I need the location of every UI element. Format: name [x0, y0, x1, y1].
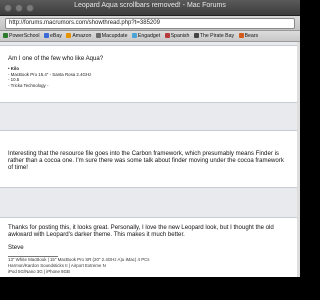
- bookmark-favicon-icon: [44, 32, 50, 38]
- bookmark-label: Macupdate: [101, 33, 128, 39]
- address-toolbar: http://forums.macrumors.com/showthread.p…: [0, 16, 300, 31]
- browser-window: Leopard Aqua scrollbars removed! - Mac F…: [0, 0, 300, 277]
- vertical-scrollbar[interactable]: [297, 42, 300, 277]
- forum-post: Am I one of the few who like Aqua? • Kil…: [0, 45, 300, 103]
- bookmark-favicon-icon: [66, 32, 72, 38]
- bookmark-label: Spanish: [170, 33, 190, 39]
- bookmark-ebay[interactable]: eBay: [44, 31, 62, 41]
- bookmark-label: The Pirate Bay: [199, 33, 235, 39]
- post-body-line: rather than a cocoa one. I'm sure there …: [8, 157, 284, 164]
- bookmark-favicon-icon: [164, 32, 170, 38]
- signature-line: 13" White MacBook | 15" MacBook Pro SR (…: [8, 257, 150, 262]
- post-body-line: awkward with Leopard's darker theme. Thi…: [8, 231, 185, 238]
- bookmark-engadget[interactable]: Engadget: [131, 31, 161, 41]
- bookmark-spanish[interactable]: Spanish: [164, 31, 190, 41]
- title-bar: Leopard Aqua scrollbars removed! - Mac F…: [0, 0, 300, 16]
- forum-post: Thanks for posting this, it looks great.…: [0, 217, 300, 277]
- bookmark-favicon-icon: [3, 32, 8, 38]
- forum-post: Interesting that the resource file goes …: [0, 130, 300, 188]
- post-author-signoff: Steve: [8, 244, 24, 251]
- bookmark-pirate-bay[interactable]: The Pirate Bay: [193, 31, 235, 41]
- bookmarks-bar: PowerSchool eBay Amazon Macupdate Engadg…: [0, 31, 300, 42]
- bookmark-amazon[interactable]: Amazon: [66, 31, 92, 41]
- post-signature: 13" White MacBook | 15" MacBook Pro SR (…: [8, 257, 150, 274]
- post-gap: [0, 103, 300, 130]
- bookmark-favicon-icon: [193, 32, 199, 38]
- post-signature: • Kilo - MacBook Pro 15.4" - Santa Rosa …: [8, 66, 91, 88]
- bookmark-label: Engadget: [137, 33, 161, 39]
- bookmark-label: PowerSchool: [9, 33, 40, 39]
- bookmark-macupdate[interactable]: Macupdate: [95, 31, 128, 41]
- bookmark-favicon-icon: [131, 32, 137, 38]
- post-body-line: of time!: [8, 164, 28, 171]
- page-content: Am I one of the few who like Aqua? • Kil…: [0, 42, 300, 277]
- signature-line: - MacBook Pro 15.4" - Santa Rosa 2.4GHz: [8, 71, 92, 77]
- window-title: Leopard Aqua scrollbars removed! - Mac F…: [74, 2, 226, 9]
- bookmark-label: eBay: [50, 33, 62, 39]
- signature-line: - Tricka Technology -: [8, 82, 49, 88]
- signature-line: iPod 5G/Nano 3G | iPhone 8GB: [8, 268, 70, 274]
- bookmark-favicon-icon: [95, 32, 101, 38]
- address-bar[interactable]: http://forums.macrumors.com/showthread.p…: [5, 18, 295, 29]
- bookmark-favicon-icon: [238, 32, 244, 38]
- bookmark-label: Amazon: [72, 33, 92, 39]
- bookmark-bears[interactable]: Bears: [238, 31, 259, 41]
- post-gap: [0, 188, 300, 217]
- bookmark-powerschool[interactable]: PowerSchool: [3, 31, 40, 41]
- bookmark-label: Bears: [244, 33, 259, 39]
- post-body: Am I one of the few who like Aqua?: [8, 55, 104, 62]
